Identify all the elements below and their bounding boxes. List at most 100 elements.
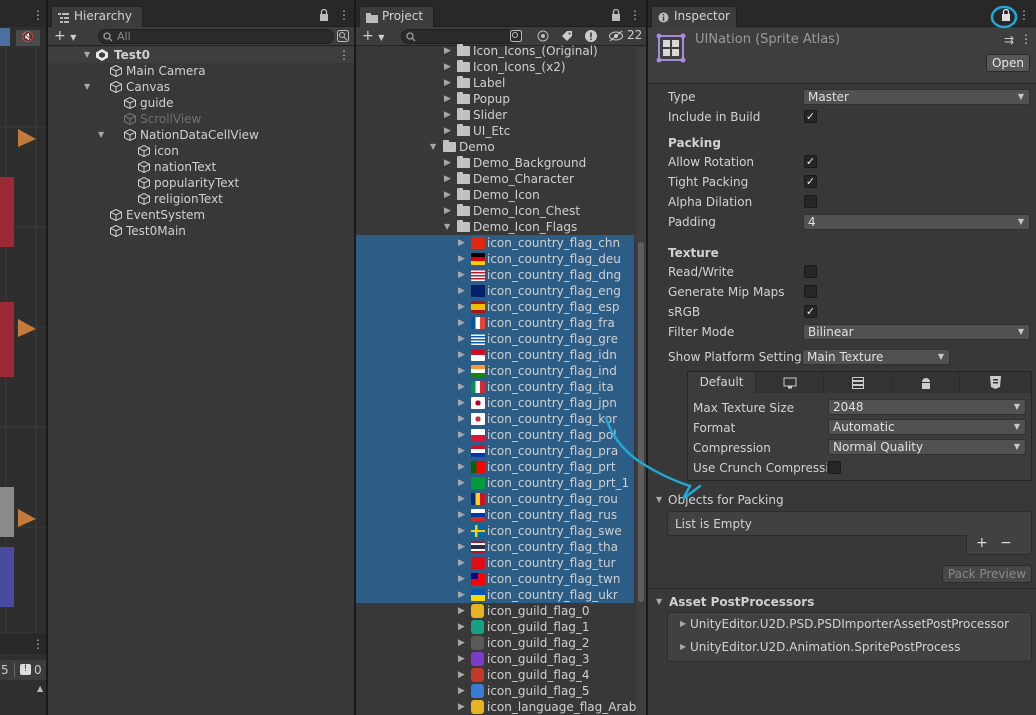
- audio-mute-icon[interactable]: 🔇: [16, 30, 40, 46]
- expand-arrow-icon[interactable]: ▼: [444, 219, 450, 235]
- expand-arrow-icon[interactable]: ▶: [458, 539, 465, 555]
- project-sprite[interactable]: ▶ icon_country_flag_ita: [356, 379, 636, 395]
- padding-dropdown[interactable]: 4 ▼: [803, 214, 1030, 230]
- expand-arrow-icon[interactable]: ▼: [84, 79, 90, 95]
- expand-arrow-icon[interactable]: ▶: [680, 616, 686, 632]
- include-in-build-checkbox[interactable]: ✓: [804, 110, 817, 123]
- header-menu-icon[interactable]: ⋮: [1020, 32, 1032, 46]
- project-folder[interactable]: ▶ Demo_Background: [356, 155, 636, 171]
- project-sprite[interactable]: ▶ icon_country_flag_ind: [356, 363, 636, 379]
- expand-arrow-icon[interactable]: ▶: [458, 523, 465, 539]
- expand-arrow-icon[interactable]: ▶: [458, 571, 465, 587]
- expand-arrow-icon[interactable]: ▶: [458, 267, 465, 283]
- tab-inspector[interactable]: Inspector: [651, 6, 737, 28]
- expand-arrow-icon[interactable]: ▶: [458, 667, 465, 683]
- expand-arrow-icon[interactable]: ▶: [458, 363, 465, 379]
- generate-mip-maps-checkbox[interactable]: [804, 285, 817, 298]
- project-folder[interactable]: ▶ Icon_Icons_(Original): [356, 43, 636, 59]
- expand-arrow-icon[interactable]: ▶: [458, 379, 465, 395]
- settings-sliders-icon[interactable]: ⇉: [1004, 33, 1014, 47]
- project-sprite[interactable]: ▶ icon_country_flag_deu: [356, 251, 636, 267]
- platform-tab-standalone[interactable]: [756, 372, 824, 393]
- expand-arrow-icon[interactable]: ▶: [458, 283, 465, 299]
- project-sprite[interactable]: ▶ icon_guild_flag_2: [356, 635, 636, 651]
- expand-arrow-icon[interactable]: ▶: [458, 491, 465, 507]
- project-sprite[interactable]: ▶ icon_country_flag_prt: [356, 459, 636, 475]
- expand-arrow-icon[interactable]: ▶: [458, 555, 465, 571]
- project-folder[interactable]: ▶ Slider: [356, 107, 636, 123]
- project-sprite[interactable]: ▶ icon_country_flag_eng: [356, 283, 636, 299]
- expand-arrow-icon[interactable]: ▶: [444, 107, 451, 123]
- tight-packing-checkbox[interactable]: ✓: [804, 175, 817, 188]
- project-folder[interactable]: ▶ Icon_Icons_(x2): [356, 59, 636, 75]
- expand-arrow-icon[interactable]: ▶: [444, 203, 451, 219]
- project-sprite[interactable]: ▶ icon_guild_flag_1: [356, 619, 636, 635]
- expand-arrow-icon[interactable]: ▼: [430, 139, 436, 155]
- expand-arrow-icon[interactable]: ▶: [444, 155, 451, 171]
- hierarchy-item[interactable]: ScrollView: [48, 111, 354, 127]
- project-sprite[interactable]: ▶ icon_language_flag_Arabic: [356, 699, 646, 715]
- hierarchy-item[interactable]: icon: [48, 143, 354, 159]
- error-icon[interactable]: !: [20, 664, 31, 675]
- expand-arrow-icon[interactable]: ▶: [680, 639, 686, 655]
- chevron-up-icon[interactable]: ▲: [37, 684, 43, 693]
- expand-arrow-icon[interactable]: ▶: [444, 75, 451, 91]
- scene-search-icon[interactable]: [337, 30, 349, 45]
- project-sprite[interactable]: ▶ icon_country_flag_swe: [356, 523, 636, 539]
- console-menu-icon[interactable]: ⋮: [32, 638, 44, 650]
- project-sprite[interactable]: ▶ icon_country_flag_rus: [356, 507, 636, 523]
- platform-tab-android[interactable]: [892, 372, 960, 393]
- project-sprite[interactable]: ▶ icon_country_flag_esp: [356, 299, 636, 315]
- expand-arrow-icon[interactable]: ▶: [458, 315, 465, 331]
- expand-arrow-icon[interactable]: ▶: [458, 603, 465, 619]
- expand-arrow-icon[interactable]: ▶: [444, 59, 451, 75]
- expand-arrow-icon[interactable]: ▶: [444, 123, 451, 139]
- project-sprite[interactable]: ▶ icon_country_flag_ukr: [356, 587, 636, 603]
- scene-2d-toggle[interactable]: [0, 28, 10, 46]
- tab-project[interactable]: Project: [359, 6, 434, 28]
- project-folder[interactable]: ▶ Demo_Icon_Chest: [356, 203, 636, 219]
- platform-tab-webgl[interactable]: [960, 372, 1031, 393]
- project-sprite[interactable]: ▶ icon_country_flag_idn: [356, 347, 636, 363]
- expand-arrow-icon[interactable]: ▶: [458, 475, 465, 491]
- kebab-menu-icon[interactable]: ⋮: [629, 9, 641, 21]
- platform-tab-default[interactable]: Default: [688, 372, 756, 393]
- hierarchy-item[interactable]: Main Camera: [48, 63, 354, 79]
- project-sprite[interactable]: ▶ icon_country_flag_twn: [356, 571, 636, 587]
- foldout-arrow-icon[interactable]: ▼: [656, 492, 662, 508]
- expand-arrow-icon[interactable]: ▶: [444, 43, 451, 59]
- project-sprite[interactable]: ▶ icon_guild_flag_3: [356, 651, 636, 667]
- expand-arrow-icon[interactable]: ▶: [458, 683, 465, 699]
- project-sprite[interactable]: ▶ icon_country_flag_jpn: [356, 395, 636, 411]
- project-sprite[interactable]: ▶ icon_country_flag_pol: [356, 427, 636, 443]
- project-sprite[interactable]: ▶ icon_country_flag_fra: [356, 315, 636, 331]
- srgb-checkbox[interactable]: ✓: [804, 305, 817, 318]
- project-sprite[interactable]: ▶ icon_country_flag_dng: [356, 267, 636, 283]
- project-folder[interactable]: ▶ Demo_Character: [356, 171, 636, 187]
- expand-arrow-icon[interactable]: ▶: [458, 331, 465, 347]
- foldout-arrow-icon[interactable]: ▼: [656, 594, 662, 610]
- expand-arrow-icon[interactable]: ▶: [444, 91, 451, 107]
- lock-icon[interactable]: [611, 8, 621, 24]
- project-search-input[interactable]: [401, 29, 521, 44]
- expand-arrow-icon[interactable]: ▶: [458, 443, 465, 459]
- objects-for-packing-label[interactable]: Objects for Packing: [668, 492, 784, 508]
- kebab-menu-icon[interactable]: ⋮: [338, 9, 350, 21]
- project-sprite[interactable]: ▶ icon_country_flag_tha: [356, 539, 636, 555]
- expand-arrow-icon[interactable]: ▶: [458, 619, 465, 635]
- platform-tab-server[interactable]: [824, 372, 892, 393]
- objects-list[interactable]: List is Empty: [667, 511, 1032, 536]
- filter-mode-dropdown[interactable]: Bilinear ▼: [803, 324, 1030, 340]
- scene-row[interactable]: ▼ Test0 ⋮: [48, 47, 354, 63]
- add-item-button[interactable]: +: [976, 535, 988, 551]
- project-sprite[interactable]: ▶ icon_country_flag_chn: [356, 235, 636, 251]
- project-sprite[interactable]: ▶ icon_country_flag_tur: [356, 555, 636, 571]
- scene-menu-icon[interactable]: ⋮: [338, 49, 350, 61]
- hierarchy-item[interactable]: EventSystem: [48, 207, 354, 223]
- expand-arrow-icon[interactable]: ▶: [444, 171, 451, 187]
- type-dropdown[interactable]: Master ▼: [803, 89, 1030, 105]
- project-scrollbar[interactable]: [636, 47, 646, 715]
- pack-preview-button[interactable]: Pack Preview: [942, 565, 1032, 583]
- expand-arrow-icon[interactable]: ▶: [458, 395, 465, 411]
- create-dropdown[interactable]: + ▼: [54, 28, 76, 46]
